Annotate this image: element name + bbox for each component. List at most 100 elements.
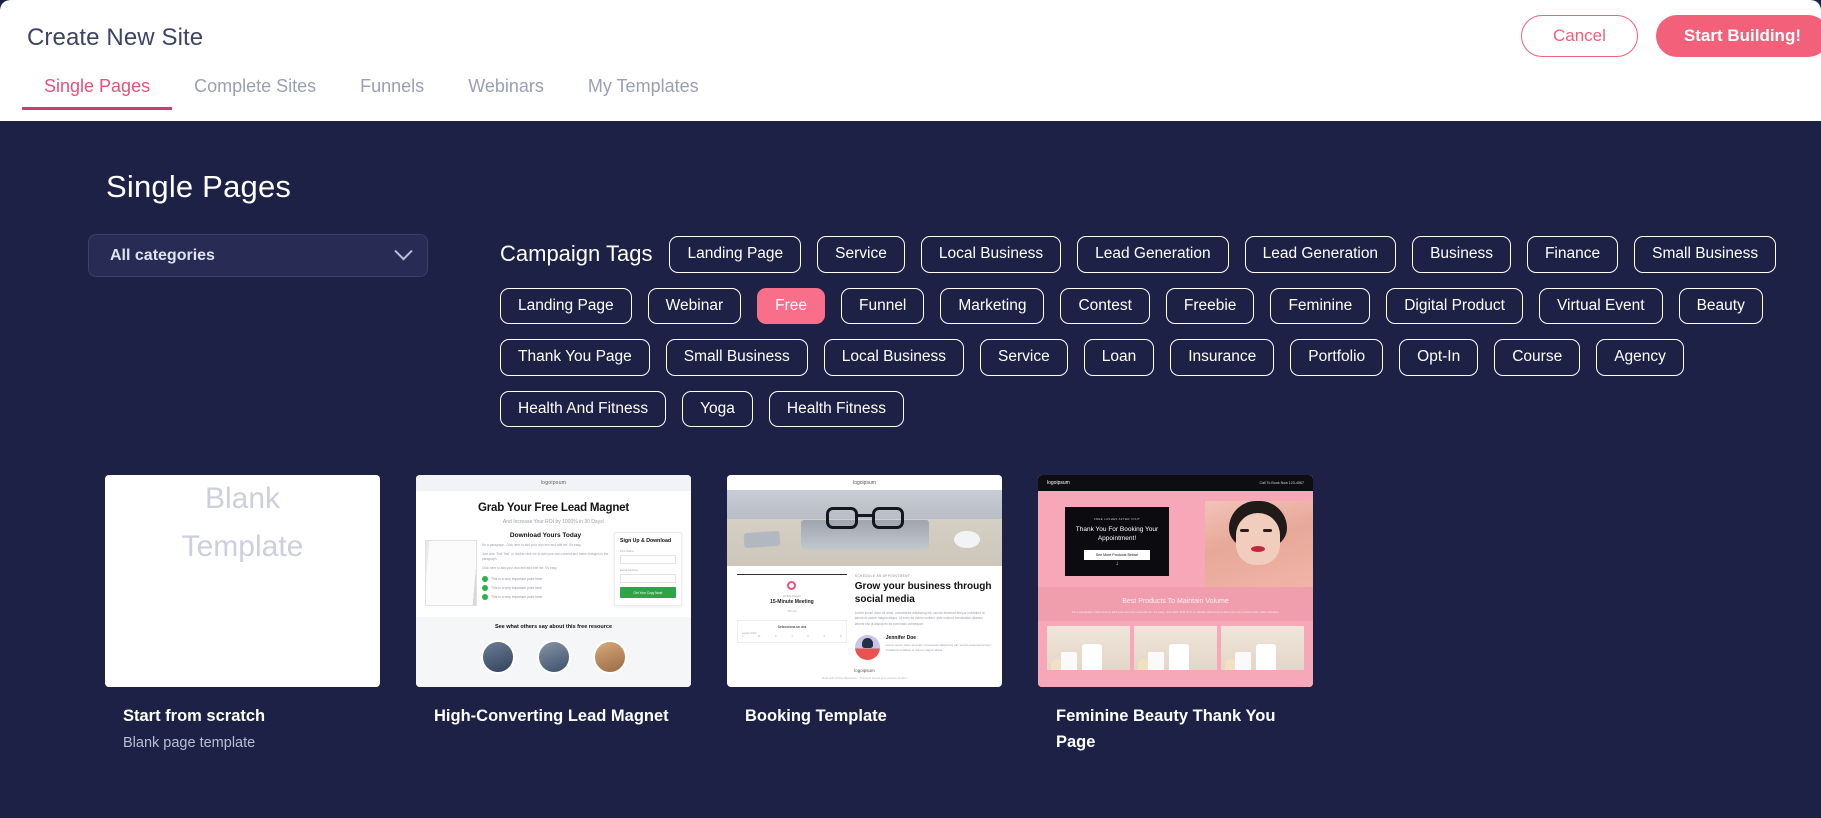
template-thumbnail: Blank Template	[105, 475, 380, 687]
preview-footer-text: Built with Online Business - The best fu…	[822, 676, 907, 681]
preview-topbar: logoipsum	[727, 475, 1002, 490]
campaign-tag[interactable]: Virtual Event	[1538, 287, 1663, 324]
template-card-feminine-beauty[interactable]: logoipsum Call To Book Now 123-4567 FREE…	[1038, 475, 1313, 756]
campaign-tag[interactable]: Local Business	[823, 339, 965, 376]
preview-logo: logoipsum	[1047, 480, 1070, 486]
chevron-down-icon	[394, 242, 413, 261]
campaign-tag[interactable]: Freebie	[1165, 287, 1255, 324]
preview-kicker: FREE LASHES AFTER VISIT	[1093, 516, 1141, 521]
preview-calendar: Selecciona un día agosto 2020 LMXJVSD	[737, 620, 847, 643]
preview-paragraph: Lorem ipsum dolor sit amet, consectetur …	[854, 611, 985, 626]
campaign-tag[interactable]: Landing Page	[500, 287, 632, 324]
preview-author: Jennifer Doe Lorem ipsum dolor sit amet,…	[854, 635, 992, 661]
template-card-lead-magnet[interactable]: logoipsum Grab Your Free Lead Magnet And…	[416, 475, 691, 756]
cancel-button[interactable]: Cancel	[1520, 15, 1638, 57]
campaign-tag[interactable]: Finance	[1526, 236, 1619, 273]
tab-single-pages[interactable]: Single Pages	[22, 76, 173, 110]
brand-mark-icon	[787, 581, 797, 590]
campaign-tag[interactable]: Business	[1412, 236, 1511, 273]
campaign-tag[interactable]: Insurance	[1170, 339, 1275, 376]
preview-form-button: Get Your Copy Now!	[620, 587, 676, 598]
preview-body: Online Pages 15-Minute Meeting 15 min Se…	[727, 566, 1002, 661]
preview-paragraph: I'm a paragraph. Click here to add your …	[482, 543, 582, 547]
preview-scheduler: Online Pages 15-Minute Meeting 15 min Se…	[737, 574, 847, 660]
preview-testimonials: See what others say about this free reso…	[416, 617, 691, 687]
campaign-tag[interactable]: Health And Fitness	[500, 390, 667, 427]
campaign-tag[interactable]: Funnel	[840, 287, 925, 324]
product-tile	[1134, 626, 1217, 671]
template-card-title: Booking Template	[745, 707, 887, 725]
campaign-tag[interactable]: Small Business	[665, 339, 808, 376]
campaign-tag[interactable]: Portfolio	[1290, 339, 1384, 376]
preview-topbar: logoipsum	[416, 475, 691, 491]
preview-topbar: logoipsum Call To Book Now 123-4567	[1038, 475, 1313, 491]
preview-bullet: This is a very important point here	[482, 584, 609, 591]
campaign-tag[interactable]: Feminine	[1270, 287, 1371, 324]
campaign-tag[interactable]: Loan	[1083, 339, 1155, 376]
preview-form-label: Email Address	[620, 568, 638, 572]
preview-section-paragraph: I'm a paragraph. Click here to add your …	[1071, 610, 1280, 614]
preview-hero-card: FREE LASHES AFTER VISIT Thank You For Bo…	[1065, 507, 1169, 576]
model-lips	[1251, 546, 1265, 552]
template-card-meta: High-Converting Lead Magnet	[416, 687, 691, 729]
preview-meeting-label: Online Pages	[782, 594, 801, 598]
campaign-tag[interactable]: Digital Product	[1386, 287, 1523, 324]
preview-cta-button: See More Products Below!	[1083, 549, 1151, 560]
template-thumbnail: logoipsum Call To Book Now 123-4567 FREE…	[1038, 475, 1313, 687]
campaign-tag[interactable]: Lead Generation	[1244, 236, 1397, 273]
campaign-tag[interactable]: Health Fitness	[768, 390, 904, 427]
campaign-tags-label: Campaign Tags	[500, 241, 653, 267]
tab-my-templates[interactable]: My Templates	[566, 76, 721, 110]
mouse-image	[954, 531, 980, 549]
campaign-tag[interactable]: Yoga	[682, 390, 753, 427]
preview-logo: logoipsum	[853, 479, 876, 486]
header-actions: Cancel Start Building!	[1520, 15, 1821, 57]
template-card-title: Feminine Beauty Thank You Page	[1056, 707, 1276, 752]
campaign-tag[interactable]: Thank You Page	[500, 339, 650, 376]
booking-preview: logoipsum Online Pages 15-Minute Meeting…	[727, 475, 1002, 687]
campaign-tag[interactable]: Local Business	[920, 236, 1062, 273]
template-card-blank[interactable]: Blank Template Start from scratch Blank …	[105, 475, 380, 756]
tab-webinars[interactable]: Webinars	[446, 76, 566, 110]
template-card-booking[interactable]: logoipsum Online Pages 15-Minute Meeting…	[727, 475, 1002, 756]
category-select[interactable]: All categories	[88, 234, 428, 277]
preview-form-label: First Name	[620, 549, 634, 553]
campaign-tag[interactable]: Course	[1494, 339, 1581, 376]
preview-columns: Download Yours Today I'm a paragraph. Cl…	[416, 525, 691, 606]
campaign-tag[interactable]: Service	[817, 236, 905, 273]
template-grid: Blank Template Start from scratch Blank …	[0, 427, 1821, 756]
feminine-beauty-preview: logoipsum Call To Book Now 123-4567 FREE…	[1038, 475, 1313, 687]
preview-paragraph: Just click "Edit Text" or double click m…	[482, 552, 609, 562]
campaign-tag[interactable]: Lead Generation	[1077, 236, 1229, 273]
campaign-tag[interactable]: Opt-In	[1399, 339, 1479, 376]
campaign-tag[interactable]: Marketing	[940, 287, 1045, 324]
check-icon	[482, 575, 488, 582]
campaign-tag[interactable]: Contest	[1060, 287, 1150, 324]
campaign-tag[interactable]: Landing Page	[669, 236, 802, 273]
preview-meeting-title: 15-Minute Meeting	[770, 599, 814, 605]
campaign-tag[interactable]: Free	[757, 287, 825, 324]
preview-heading: Thank You For Booking Your Appointment!	[1075, 525, 1159, 543]
campaign-tag[interactable]: Agency	[1596, 339, 1684, 376]
tab-complete-sites[interactable]: Complete Sites	[172, 76, 338, 110]
campaign-tag[interactable]: Beauty	[1678, 287, 1763, 324]
preview-heading: Grab Your Free Lead Magnet	[478, 502, 629, 514]
template-thumbnail: logoipsum Grab Your Free Lead Magnet And…	[416, 475, 691, 687]
campaign-tag[interactable]: Webinar	[647, 287, 742, 324]
model-eye	[1240, 529, 1249, 532]
preview-copy-column: SCHEDULE AN APPOINTMENT Grow your busine…	[854, 574, 992, 661]
campaign-tags-list: Campaign Tags Landing Page Service Local B…	[500, 236, 1820, 427]
preview-meeting-duration: 15 min	[787, 609, 797, 613]
category-select-value: All categories	[110, 246, 215, 264]
start-building-button[interactable]: Start Building!	[1655, 15, 1821, 57]
filter-row: All categories Campaign Tags Landing Pag…	[0, 205, 1821, 427]
phone-image	[743, 530, 780, 549]
preview-heading: Grow your business through social media	[854, 581, 992, 605]
campaign-tag[interactable]: Service	[980, 339, 1068, 376]
preview-avatars	[416, 640, 691, 674]
template-card-title: Start from scratch	[123, 707, 266, 725]
preview-phone: Call To Book Now 123-4567	[1259, 481, 1304, 485]
tab-funnels[interactable]: Funnels	[338, 76, 446, 110]
preview-hero-image	[727, 490, 1002, 566]
campaign-tag[interactable]: Small Business	[1634, 236, 1777, 273]
